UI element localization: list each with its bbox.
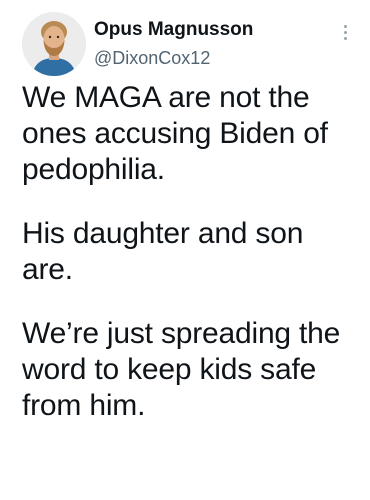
author-display-name[interactable]: Opus Magnusson <box>94 18 314 42</box>
tweet-text: We MAGA are not the ones accusing Biden … <box>22 80 360 452</box>
avatar[interactable] <box>22 12 86 76</box>
author-names: Opus Magnusson @DixonCox12 <box>94 18 314 70</box>
author-handle[interactable]: @DixonCox12 <box>94 46 314 70</box>
tweet-card: Opus Magnusson @DixonCox12 We MAGA are n… <box>0 0 370 500</box>
avatar-image <box>22 12 86 76</box>
more-vertical-icon[interactable] <box>336 22 354 48</box>
tweet-paragraph: We MAGA are not the ones accusing Biden … <box>22 81 328 186</box>
tweet-header: Opus Magnusson @DixonCox12 <box>22 12 354 78</box>
tweet-paragraph: His daughter and son are. <box>22 217 304 286</box>
tweet-paragraph: We’re just spreading the word to keep ki… <box>22 317 341 422</box>
